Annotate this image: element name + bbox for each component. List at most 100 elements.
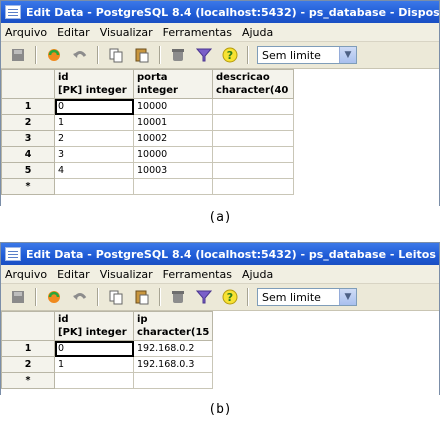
column-name: id	[58, 72, 69, 83]
table-cell[interactable]: 3	[54, 146, 134, 163]
row-limit-select[interactable]: Sem limite ▼	[257, 288, 357, 306]
table-cell[interactable]	[212, 114, 294, 131]
new-row: *	[1, 178, 294, 195]
toolbar-separator	[159, 288, 161, 306]
column-header-ip[interactable]: ip character(15	[133, 311, 213, 341]
undo-icon[interactable]	[71, 46, 89, 64]
menu-arquivo[interactable]: Arquivo	[5, 268, 47, 281]
menu-ferramentas[interactable]: Ferramentas	[163, 268, 232, 281]
column-name: porta	[137, 72, 168, 83]
corner-cell	[1, 69, 55, 99]
paste-icon[interactable]	[133, 46, 151, 64]
table-cell[interactable]: 2	[54, 130, 134, 147]
table-cell[interactable]	[212, 98, 294, 115]
table-cell[interactable]: 1	[54, 114, 134, 131]
table-cell[interactable]	[212, 130, 294, 147]
paste-icon[interactable]	[133, 288, 151, 306]
menu-visualizar[interactable]: Visualizar	[100, 26, 153, 39]
column-header-id[interactable]: id [PK] integer	[54, 69, 134, 99]
header-row: id [PK] integer ip character(15	[1, 311, 213, 341]
column-type: character(40	[216, 85, 289, 96]
table-cell[interactable]: 0	[54, 340, 134, 357]
table-row: 3 2 10002	[1, 130, 294, 147]
table-row: 1 0 10000	[1, 98, 294, 115]
title-bar: Edit Data - PostgreSQL 8.4 (localhost:54…	[1, 243, 439, 265]
table-cell[interactable]: 10001	[133, 114, 213, 131]
toolbar: ? Sem limite ▼	[1, 284, 439, 311]
row-header[interactable]: 1	[1, 340, 55, 357]
toolbar-separator	[35, 46, 37, 64]
window-icon	[5, 5, 21, 19]
menu-arquivo[interactable]: Arquivo	[5, 26, 47, 39]
refresh-icon[interactable]	[45, 46, 63, 64]
column-name: ip	[137, 314, 148, 325]
help-icon[interactable]: ?	[221, 288, 239, 306]
table-cell[interactable]: 10000	[133, 98, 213, 115]
toolbar-separator	[159, 46, 161, 64]
chevron-down-icon[interactable]: ▼	[339, 289, 356, 305]
menu-ferramentas[interactable]: Ferramentas	[163, 26, 232, 39]
column-header-porta[interactable]: porta integer	[133, 69, 213, 99]
toolbar-separator	[247, 288, 249, 306]
table-cell[interactable]: 10002	[133, 130, 213, 147]
copy-icon[interactable]	[107, 46, 125, 64]
data-grid: id [PK] integer porta integer descricao cha…	[1, 69, 439, 206]
refresh-icon[interactable]	[45, 288, 63, 306]
row-limit-select[interactable]: Sem limite ▼	[257, 46, 357, 64]
copy-icon[interactable]	[107, 288, 125, 306]
table-cell[interactable]	[133, 178, 213, 195]
delete-icon[interactable]	[169, 46, 187, 64]
table-cell[interactable]	[212, 178, 294, 195]
chevron-down-icon[interactable]: ▼	[339, 47, 356, 63]
save-icon[interactable]	[9, 46, 27, 64]
table-row: 1 0 192.168.0.2	[1, 340, 213, 357]
corner-cell	[1, 311, 55, 341]
header-row: id [PK] integer porta integer descricao cha…	[1, 69, 294, 99]
figure-caption-a: (a)	[208, 210, 232, 225]
column-header-id[interactable]: id [PK] integer	[54, 311, 134, 341]
menu-bar: Arquivo Editar Visualizar Ferramentas Aj…	[1, 23, 439, 42]
menu-ajuda[interactable]: Ajuda	[242, 268, 273, 281]
delete-icon[interactable]	[169, 288, 187, 306]
table-cell[interactable]	[133, 372, 213, 389]
filter-icon[interactable]	[195, 288, 213, 306]
data-grid: id [PK] integer ip character(15 1 0 192.16…	[1, 311, 439, 395]
new-row-marker[interactable]: *	[1, 372, 55, 389]
column-header-descricao[interactable]: descricao character(40	[212, 69, 294, 99]
table-row: 5 4 10003	[1, 162, 294, 179]
column-type: [PK] integer	[58, 85, 127, 96]
undo-icon[interactable]	[71, 288, 89, 306]
data-table: id [PK] integer porta integer descricao cha…	[1, 69, 294, 195]
menu-ajuda[interactable]: Ajuda	[242, 26, 273, 39]
table-cell[interactable]: 192.168.0.3	[133, 356, 213, 373]
table-cell[interactable]	[54, 178, 134, 195]
row-header[interactable]: 4	[1, 146, 55, 163]
toolbar-separator	[35, 288, 37, 306]
table-cell[interactable]: 1	[54, 356, 134, 373]
new-row: *	[1, 372, 213, 389]
menu-editar[interactable]: Editar	[57, 268, 90, 281]
row-header[interactable]: 2	[1, 356, 55, 373]
table-row: 2 1 192.168.0.3	[1, 356, 213, 373]
menu-editar[interactable]: Editar	[57, 26, 90, 39]
row-header[interactable]: 2	[1, 114, 55, 131]
row-header[interactable]: 1	[1, 98, 55, 115]
table-cell[interactable]	[54, 372, 134, 389]
table-cell[interactable]: 0	[54, 98, 134, 115]
table-cell[interactable]	[212, 146, 294, 163]
help-icon[interactable]: ?	[221, 46, 239, 64]
column-name: descricao	[216, 72, 270, 83]
table-cell[interactable]: 4	[54, 162, 134, 179]
title-bar: Edit Data - PostgreSQL 8.4 (localhost:54…	[1, 1, 439, 23]
menu-visualizar[interactable]: Visualizar	[100, 268, 153, 281]
save-icon[interactable]	[9, 288, 27, 306]
row-header[interactable]: 3	[1, 130, 55, 147]
table-cell[interactable]	[212, 162, 294, 179]
table-cell[interactable]: 192.168.0.2	[133, 340, 213, 357]
filter-icon[interactable]	[195, 46, 213, 64]
table-cell[interactable]: 10000	[133, 146, 213, 163]
row-header[interactable]: 5	[1, 162, 55, 179]
svg-text:?: ?	[227, 291, 233, 304]
table-cell[interactable]: 10003	[133, 162, 213, 179]
new-row-marker[interactable]: *	[1, 178, 55, 195]
